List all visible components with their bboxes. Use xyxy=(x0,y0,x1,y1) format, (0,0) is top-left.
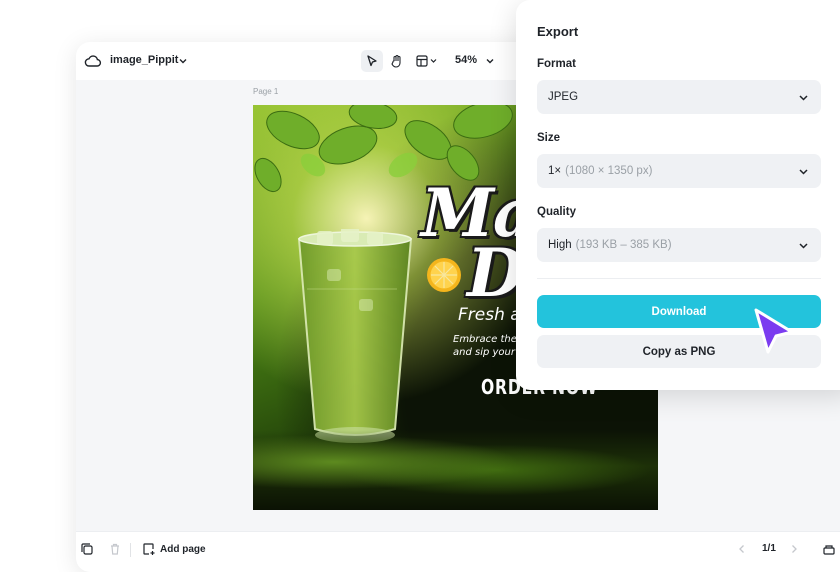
trash-icon[interactable] xyxy=(108,542,122,556)
page-counter: 1/1 xyxy=(762,543,776,554)
size-hint: (1080 × 1350 px) xyxy=(565,165,653,177)
format-value: JPEG xyxy=(548,91,579,103)
cloud-icon[interactable] xyxy=(84,53,102,69)
select-pointer-icon[interactable] xyxy=(361,50,383,72)
chevron-right-icon[interactable] xyxy=(788,543,800,555)
chevron-down-icon xyxy=(798,240,809,251)
format-label: Format xyxy=(537,58,576,70)
chevron-left-icon[interactable] xyxy=(736,543,748,555)
quality-select[interactable]: High (193 KB – 385 KB) xyxy=(537,228,821,262)
size-select[interactable]: 1× (1080 × 1350 px) xyxy=(537,154,821,188)
quality-value-wrap: High (193 KB – 385 KB) xyxy=(548,239,672,251)
promo-subtitle: Fresh a xyxy=(458,305,521,325)
page-label: Page 1 xyxy=(253,87,279,96)
format-select[interactable]: JPEG xyxy=(537,80,821,114)
chevron-down-icon[interactable] xyxy=(178,56,188,66)
quality-label: Quality xyxy=(537,206,576,218)
toolbar-divider xyxy=(130,543,131,557)
chevron-down-icon xyxy=(798,92,809,103)
grass-decoration xyxy=(253,430,658,510)
chevron-down-icon xyxy=(798,166,809,177)
panel-title: Export xyxy=(537,24,579,39)
bottom-toolbar: Add page 1/1 xyxy=(76,531,840,572)
matcha-glass-image xyxy=(297,229,413,443)
quality-hint: (193 KB – 385 KB) xyxy=(575,239,672,251)
chevron-down-icon[interactable] xyxy=(485,56,495,66)
add-page-label: Add page xyxy=(160,543,206,555)
size-value: 1× xyxy=(548,165,562,177)
cursor-pointer-icon xyxy=(754,308,794,354)
layout-icon[interactable] xyxy=(414,50,442,72)
quality-value: High xyxy=(548,239,572,251)
size-value-wrap: 1× (1080 × 1350 px) xyxy=(548,165,652,177)
project-name[interactable]: image_Pippit xyxy=(110,54,178,66)
add-page-button[interactable]: Add page xyxy=(142,541,206,557)
add-page-icon xyxy=(142,542,156,556)
layers-icon[interactable] xyxy=(822,542,836,556)
duplicate-icon[interactable] xyxy=(80,542,94,556)
size-label: Size xyxy=(537,132,561,144)
panel-divider xyxy=(537,278,821,279)
zoom-level[interactable]: 54% xyxy=(455,54,477,66)
hand-icon[interactable] xyxy=(386,50,408,72)
